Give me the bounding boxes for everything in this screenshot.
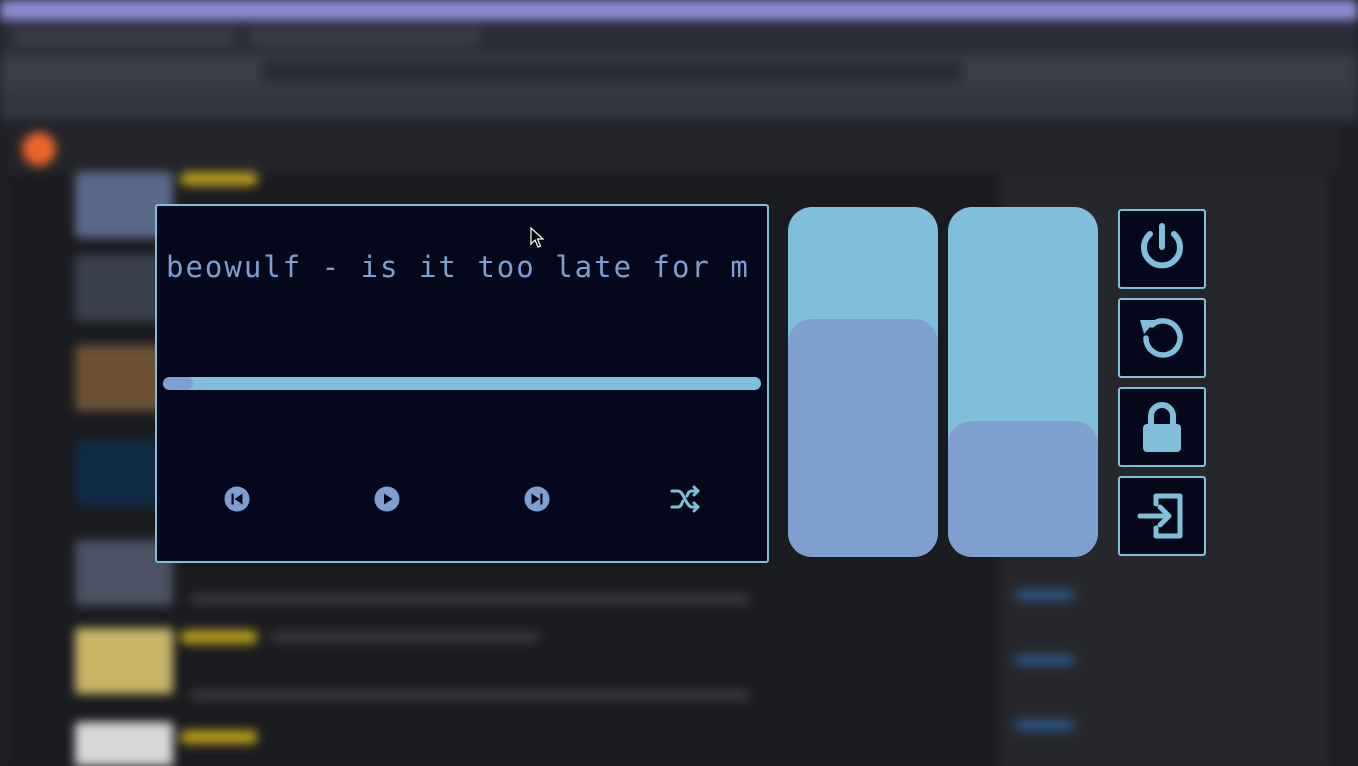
power-button[interactable] [1118, 209, 1206, 289]
sidebar-link-line [1015, 720, 1075, 730]
post-flair [180, 630, 258, 644]
previous-icon [224, 486, 250, 512]
shuffle-button[interactable] [670, 485, 702, 513]
next-icon [524, 486, 550, 512]
power-icon [1141, 223, 1183, 269]
volume-slider-fill [788, 319, 938, 557]
sidebar-link-line [1015, 655, 1075, 665]
track-progress-bar[interactable] [163, 377, 761, 390]
browser-tab [14, 28, 234, 46]
lock-icon [1143, 402, 1181, 452]
post-thumbnail [75, 628, 173, 694]
post-flair [180, 730, 258, 744]
post-title-line [270, 632, 540, 642]
browser-bookmarks-bar [0, 90, 1358, 120]
post-flair [180, 172, 258, 186]
play-button[interactable] [374, 486, 400, 512]
track-title: beowulf - is it too late for m... [166, 250, 756, 284]
lock-button[interactable] [1118, 387, 1206, 467]
shuffle-icon [670, 485, 700, 513]
mouse-cursor-icon [530, 227, 544, 248]
post-actions-line [190, 594, 750, 604]
previous-button[interactable] [224, 486, 250, 512]
browser-url-bar [262, 60, 962, 84]
brightness-slider[interactable] [948, 207, 1098, 557]
restart-icon [1140, 318, 1183, 358]
media-player-panel: beowulf - is it too late for m... [155, 204, 769, 563]
post-actions-line [190, 690, 750, 700]
restart-button[interactable] [1118, 298, 1206, 378]
site-logo [22, 132, 56, 166]
track-progress-fill [163, 377, 193, 390]
logout-button[interactable] [1118, 476, 1206, 556]
os-top-bar [0, 0, 1358, 20]
logout-icon [1137, 493, 1183, 539]
post-thumbnail [75, 722, 173, 766]
next-button[interactable] [524, 486, 550, 512]
browser-tab [250, 28, 480, 46]
brightness-slider-fill [948, 420, 1098, 557]
website-header [10, 124, 1338, 174]
play-icon [374, 486, 400, 512]
sidebar-link-line [1015, 590, 1075, 600]
volume-slider[interactable] [788, 207, 938, 557]
